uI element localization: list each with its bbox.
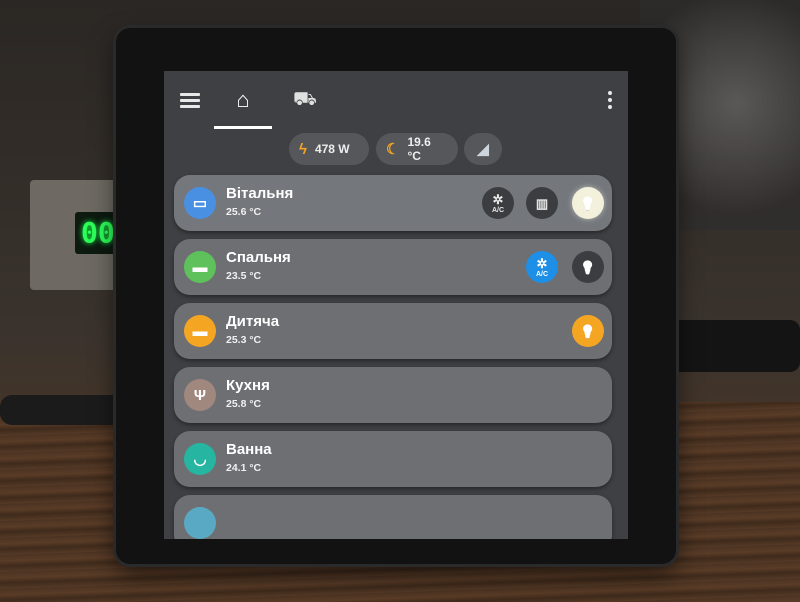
room-card-living[interactable]: ▭ Вітальня 25.6 °C ✲ A/C ▥ 💡 [174,175,612,231]
menu-icon[interactable] [180,93,200,109]
fan-icon: ✲ [492,191,504,207]
top-app-bar: ⌂ ⛟ [164,71,628,129]
status-chips: ϟ 478 W ☾ 19.6 °C ◢ [164,133,628,167]
dots-vertical-icon[interactable] [608,91,612,112]
lightning-icon: ϟ [299,140,307,158]
light-button[interactable]: 💡 [572,187,604,219]
light-button[interactable]: 💡 [572,251,604,283]
cable-background-right [668,320,800,372]
power-chip[interactable]: ϟ 478 W [289,133,369,165]
bed-icon: ▬ [184,251,216,283]
curtains-icon: ▥ [535,195,549,211]
room-card-kids[interactable]: ▬ Дитяча 25.3 °C 💡 [174,303,612,359]
vacuum-chip[interactable]: ◢ [464,133,502,165]
room-name: Ванна [226,441,272,458]
active-tab-indicator [214,126,272,129]
robot-vacuum-icon: ⛟ [293,89,317,110]
tab-home[interactable]: ⌂ [214,83,272,129]
room-name: Вітальня [226,185,294,202]
room-card-kitchen[interactable]: Ψ Кухня 25.8 °C [174,367,612,423]
tablet-device: ⌂ ⛟ ϟ 478 W ☾ 19.6 °C ◢ ▭ Вітальня 25.6 … [116,28,676,564]
room-temperature: 24.1 °C [226,462,262,474]
ac-button[interactable]: ✲ A/C [526,251,558,283]
room-icon-partial [184,507,216,539]
robot-vacuum-icon: ◢ [477,141,489,158]
sofa-icon: ▭ [184,187,216,219]
room-name: Спальня [226,249,291,266]
screen: ⌂ ⛟ ϟ 478 W ☾ 19.6 °C ◢ ▭ Вітальня 25.6 … [164,71,628,539]
curtain-button[interactable]: ▥ [526,187,558,219]
lightbulb-icon: 💡 [579,195,597,211]
room-name: Кухня [226,377,270,394]
silverware-icon: Ψ [184,379,216,411]
temperature-value: 19.6 °C [407,135,431,163]
home-icon: ⌂ [236,87,250,112]
room-temperature: 25.8 °C [226,398,262,410]
bathtub-icon: ◡ [184,443,216,475]
fan-icon: ✲ [536,255,548,271]
room-temperature: 25.6 °C [226,206,262,218]
weather-night-icon: ☾ [386,141,400,158]
room-name: Дитяча [226,313,280,330]
room-temperature: 23.5 °C [226,270,262,282]
room-card-bedroom[interactable]: ▬ Спальня 23.5 °C ✲ A/C 💡 [174,239,612,295]
ac-label: A/C [535,270,549,278]
light-button[interactable]: 💡 [572,315,604,347]
power-value: 478 W [314,142,350,156]
room-card-partial[interactable] [174,495,612,539]
temperature-chip[interactable]: ☾ 19.6 °C [376,133,458,165]
lightbulb-icon: 💡 [579,259,597,275]
tab-robot-vacuum[interactable]: ⛟ [276,83,334,129]
bed-icon: ▬ [184,315,216,347]
ac-label: A/C [491,206,505,214]
room-card-bathroom[interactable]: ◡ Ванна 24.1 °C [174,431,612,487]
lightbulb-icon: 💡 [579,323,597,339]
ac-button[interactable]: ✲ A/C [482,187,514,219]
room-temperature: 25.3 °C [226,334,262,346]
